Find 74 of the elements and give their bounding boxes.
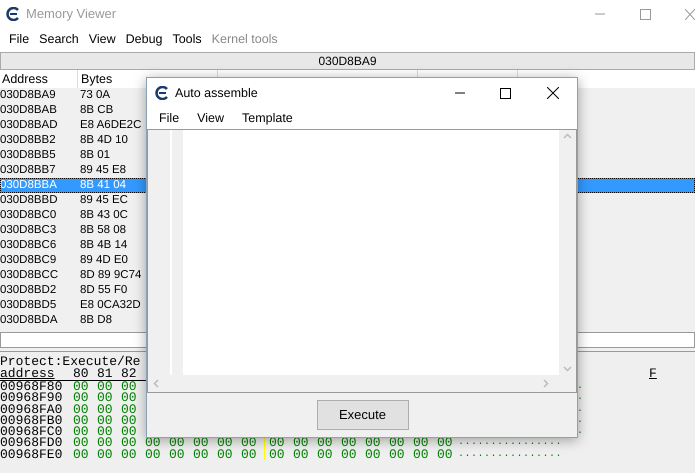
ascii-text: ................ [458, 448, 562, 460]
hex-address: 00968FD0 [0, 437, 64, 449]
hex-byte: 00 [73, 392, 90, 404]
protection-label: Protect:Execute/Re [0, 356, 140, 368]
hex-byte: 00 [145, 448, 162, 460]
ascii-text: . [577, 392, 584, 404]
hex-byte: 00 [169, 448, 186, 460]
hex-address: 00968FB0 [0, 414, 64, 426]
scroll-up-icon[interactable] [563, 133, 572, 139]
window-title: Memory Viewer [26, 5, 116, 24]
hex-byte: 00 [121, 414, 138, 426]
hex-byte: 00 [341, 448, 358, 460]
hex-byte: 00 [217, 448, 234, 460]
hex-byte: 00 [73, 404, 90, 415]
menu-item[interactable]: File [4, 30, 34, 48]
hex-byte: 00 [97, 404, 114, 415]
hex-byte: 00 [73, 448, 90, 460]
hex-byte: 00 [193, 448, 210, 460]
execute-button[interactable]: Execute [316, 400, 408, 430]
hex-byte: 00 [365, 448, 382, 460]
hex-byte: 00 [121, 392, 138, 404]
hex-byte: 00 [97, 414, 114, 426]
hex-address: 00968FE0 [0, 448, 64, 460]
column-header: 81 [97, 368, 114, 380]
hex-byte: 00 [121, 426, 138, 438]
menu-item[interactable]: View [191, 109, 230, 128]
hex-byte: 00 [73, 414, 90, 426]
hex-byte: 00 [121, 448, 138, 460]
column-header: 82 [121, 368, 138, 380]
hex-byte: 00 [437, 448, 454, 460]
app-logo-icon [155, 86, 169, 100]
menu-item[interactable]: Search [34, 30, 84, 48]
ascii-text: . [577, 414, 584, 426]
hex-byte: 00 [317, 448, 334, 460]
hex-byte: 00 [389, 448, 406, 460]
column-header: F [649, 368, 657, 380]
menu-item[interactable]: Tools [167, 30, 207, 48]
menu-item[interactable]: File [153, 109, 186, 128]
hex-byte: 00 [121, 404, 138, 415]
maximize-icon[interactable] [500, 88, 511, 98]
hex-byte: 00 [97, 437, 114, 449]
hex-byte: 00 [73, 437, 90, 449]
menu-item[interactable]: Debug [120, 30, 168, 48]
ascii-text: . [577, 426, 584, 438]
hex-byte: 00 [268, 448, 286, 460]
hex-address: 00968F90 [0, 392, 64, 404]
ascii-text: ................ [458, 437, 562, 449]
scroll-down-icon[interactable] [563, 366, 572, 372]
address-text: 030D8BA9 [318, 53, 377, 70]
ascii-text: . [577, 381, 584, 392]
hex-byte: 00 [97, 381, 114, 392]
column-header: address [0, 368, 56, 380]
scroll-left-icon[interactable] [153, 379, 159, 388]
hex-byte: 00 [97, 448, 114, 460]
menu-item[interactable]: View [84, 30, 121, 48]
hex-byte: 00 [121, 437, 138, 449]
hex-byte: 00 [73, 426, 90, 438]
app-logo-icon [6, 7, 20, 21]
hex-byte: 00 [293, 448, 310, 460]
menu-item[interactable]: Template [236, 109, 299, 128]
column-header: 80 [73, 368, 90, 380]
close-icon[interactable] [547, 87, 559, 99]
hex-address: 00968FC0 [0, 426, 64, 438]
hex-byte: 00 [97, 426, 114, 438]
hex-byte: 00 [413, 448, 430, 460]
ascii-text: . [577, 404, 584, 415]
hex-byte: 00 [73, 381, 90, 392]
hex-address: 00968FA0 [0, 404, 64, 415]
hex-byte: 00 [241, 448, 265, 460]
dialog-title: Auto assemble [175, 84, 258, 102]
hex-byte: 00 [121, 381, 138, 392]
hex-address: 00968F80 [0, 381, 64, 392]
hex-byte: 00 [97, 392, 114, 404]
scroll-right-icon[interactable] [543, 379, 549, 388]
